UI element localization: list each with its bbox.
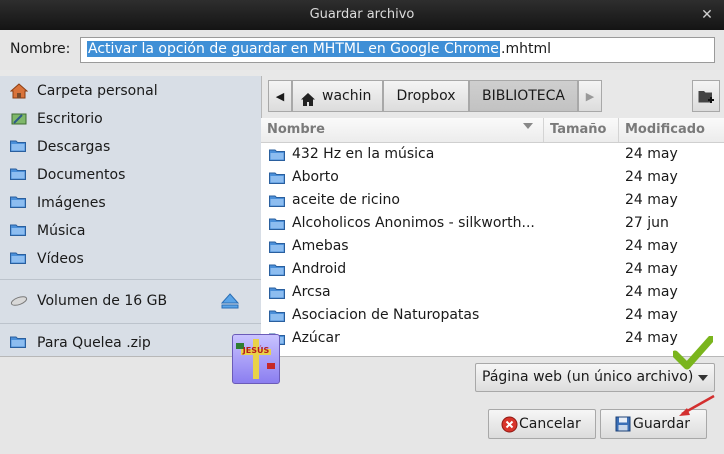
sidebar-item-label: Imágenes (37, 195, 106, 211)
sidebar-item-label: Vídeos (37, 251, 84, 267)
file-date: 24 may (625, 146, 678, 162)
file-row[interactable]: Aborto 24 may (261, 166, 724, 189)
file-row[interactable]: aceite de ricino 24 may (261, 189, 724, 212)
filename-row: Nombre: Activar la opción de guardar en … (0, 30, 724, 70)
file-name: 432 Hz en la música (292, 146, 435, 162)
file-row[interactable]: Alcoholicos Anonimos - silkworth... 27 j… (261, 212, 724, 235)
close-icon[interactable]: ✕ (698, 6, 716, 24)
file-date: 24 may (625, 238, 678, 254)
file-date: 24 may (625, 307, 678, 323)
filename-input[interactable]: Activar la opción de guardar en MHTML en… (80, 37, 715, 63)
folder-icon (10, 335, 28, 351)
column-divider (543, 118, 544, 142)
file-date: 24 may (625, 192, 678, 208)
title-bar: Guardar archivo ✕ (0, 0, 724, 30)
filename-selected-text: Activar la opción de guardar en MHTML en… (87, 41, 500, 57)
chevron-left-icon: ◀ (275, 90, 285, 103)
folder-icon (269, 309, 285, 322)
file-name: Alcoholicos Anonimos - silkworth... (292, 215, 535, 231)
crumb-label: BIBLIOTECA (481, 88, 566, 104)
sidebar-item-label: Documentos (37, 167, 126, 183)
new-folder-icon (698, 89, 716, 108)
file-type-value: Página web (un único archivo) (482, 369, 694, 385)
places-sidebar: Carpeta personal Escritorio Descargas Do… (0, 76, 262, 356)
drive-icon (10, 293, 28, 309)
crumb-label: Dropbox (396, 88, 456, 104)
column-divider (618, 118, 619, 142)
red-arrow-icon (676, 394, 716, 422)
create-folder-button[interactable] (692, 80, 720, 112)
home-icon (9, 83, 29, 99)
filename-extension-text: .mhtml (501, 41, 551, 57)
folder-icon (269, 217, 285, 230)
folder-icon (10, 167, 28, 183)
chevron-down-icon (698, 375, 708, 381)
file-name: Azúcar (292, 330, 340, 346)
path-crumb-wachin[interactable]: wachin (292, 80, 383, 112)
file-name: Aborto (292, 169, 339, 185)
folder-icon (269, 194, 285, 207)
chevron-right-icon: ▶ (585, 90, 595, 103)
file-list: Nombre Tamaño Modificado 432 Hz en la mú… (261, 118, 724, 356)
folder-icon (269, 263, 285, 276)
sidebar-item-volume[interactable]: Volumen de 16 GB (10, 291, 250, 313)
folder-icon (269, 148, 285, 161)
file-date: 27 jun (625, 215, 669, 231)
svg-text:JESÚS: JESÚS (242, 344, 270, 355)
path-crumb-dropbox[interactable]: Dropbox (383, 80, 469, 112)
folder-icon (269, 286, 285, 299)
file-name: aceite de ricino (292, 192, 400, 208)
sidebar-divider (0, 323, 261, 324)
file-date: 24 may (625, 330, 678, 346)
file-name: Arcsa (292, 284, 331, 300)
folder-icon (10, 223, 28, 239)
window-title: Guardar archivo (309, 7, 415, 22)
column-header-modified[interactable]: Modificado (625, 122, 705, 137)
file-row[interactable]: Azúcar 24 may (261, 327, 724, 350)
folder-icon (269, 240, 285, 253)
desktop-icon (10, 111, 28, 127)
file-row[interactable]: Asociacion de Naturopatas 24 may (261, 304, 724, 327)
home-icon (300, 88, 316, 118)
file-list-header: Nombre Tamaño Modificado (261, 118, 724, 143)
file-date: 24 may (625, 261, 678, 277)
jesus-sticker-logo: JESÚS (232, 334, 280, 384)
filename-label: Nombre: (10, 41, 71, 57)
folder-icon (10, 195, 28, 211)
sidebar-divider (0, 279, 261, 280)
file-date: 24 may (625, 169, 678, 185)
sidebar-item-label: Descargas (37, 139, 111, 155)
folder-icon (10, 251, 28, 267)
save-file-dialog: Guardar archivo ✕ Nombre: Activar la opc… (0, 0, 724, 454)
column-header-size[interactable]: Tamaño (550, 122, 606, 137)
cancel-label: Cancelar (519, 416, 581, 432)
sort-descending-icon (523, 123, 533, 129)
checkmark-icon (671, 335, 715, 374)
folder-icon (269, 171, 285, 184)
file-row[interactable]: 432 Hz en la música 24 may (261, 143, 724, 166)
sidebar-item-label: Carpeta personal (37, 83, 158, 99)
file-row[interactable]: Amebas 24 may (261, 235, 724, 258)
file-name: Android (292, 261, 347, 277)
file-name: Amebas (292, 238, 349, 254)
cancel-button[interactable]: Cancelar (488, 409, 596, 439)
path-back-button[interactable]: ◀ (268, 80, 292, 112)
path-forward-button[interactable]: ▶ (578, 80, 602, 112)
file-date: 24 may (625, 284, 678, 300)
sidebar-item-label: Para Quelea .zip (37, 335, 151, 351)
eject-icon[interactable] (220, 293, 240, 313)
file-row[interactable]: Android 24 may (261, 258, 724, 281)
sidebar-item-label: Volumen de 16 GB (37, 293, 168, 309)
save-icon (615, 416, 631, 436)
file-name: Asociacion de Naturopatas (292, 307, 480, 323)
cancel-icon (501, 416, 518, 437)
column-header-name[interactable]: Nombre (267, 122, 325, 137)
sidebar-item-label: Música (37, 223, 86, 239)
path-crumb-biblioteca[interactable]: BIBLIOTECA (469, 80, 578, 112)
file-row[interactable]: Arcsa 24 may (261, 281, 724, 304)
sidebar-item-label: Escritorio (37, 111, 103, 127)
folder-icon (10, 139, 28, 155)
crumb-label: wachin (322, 88, 372, 104)
